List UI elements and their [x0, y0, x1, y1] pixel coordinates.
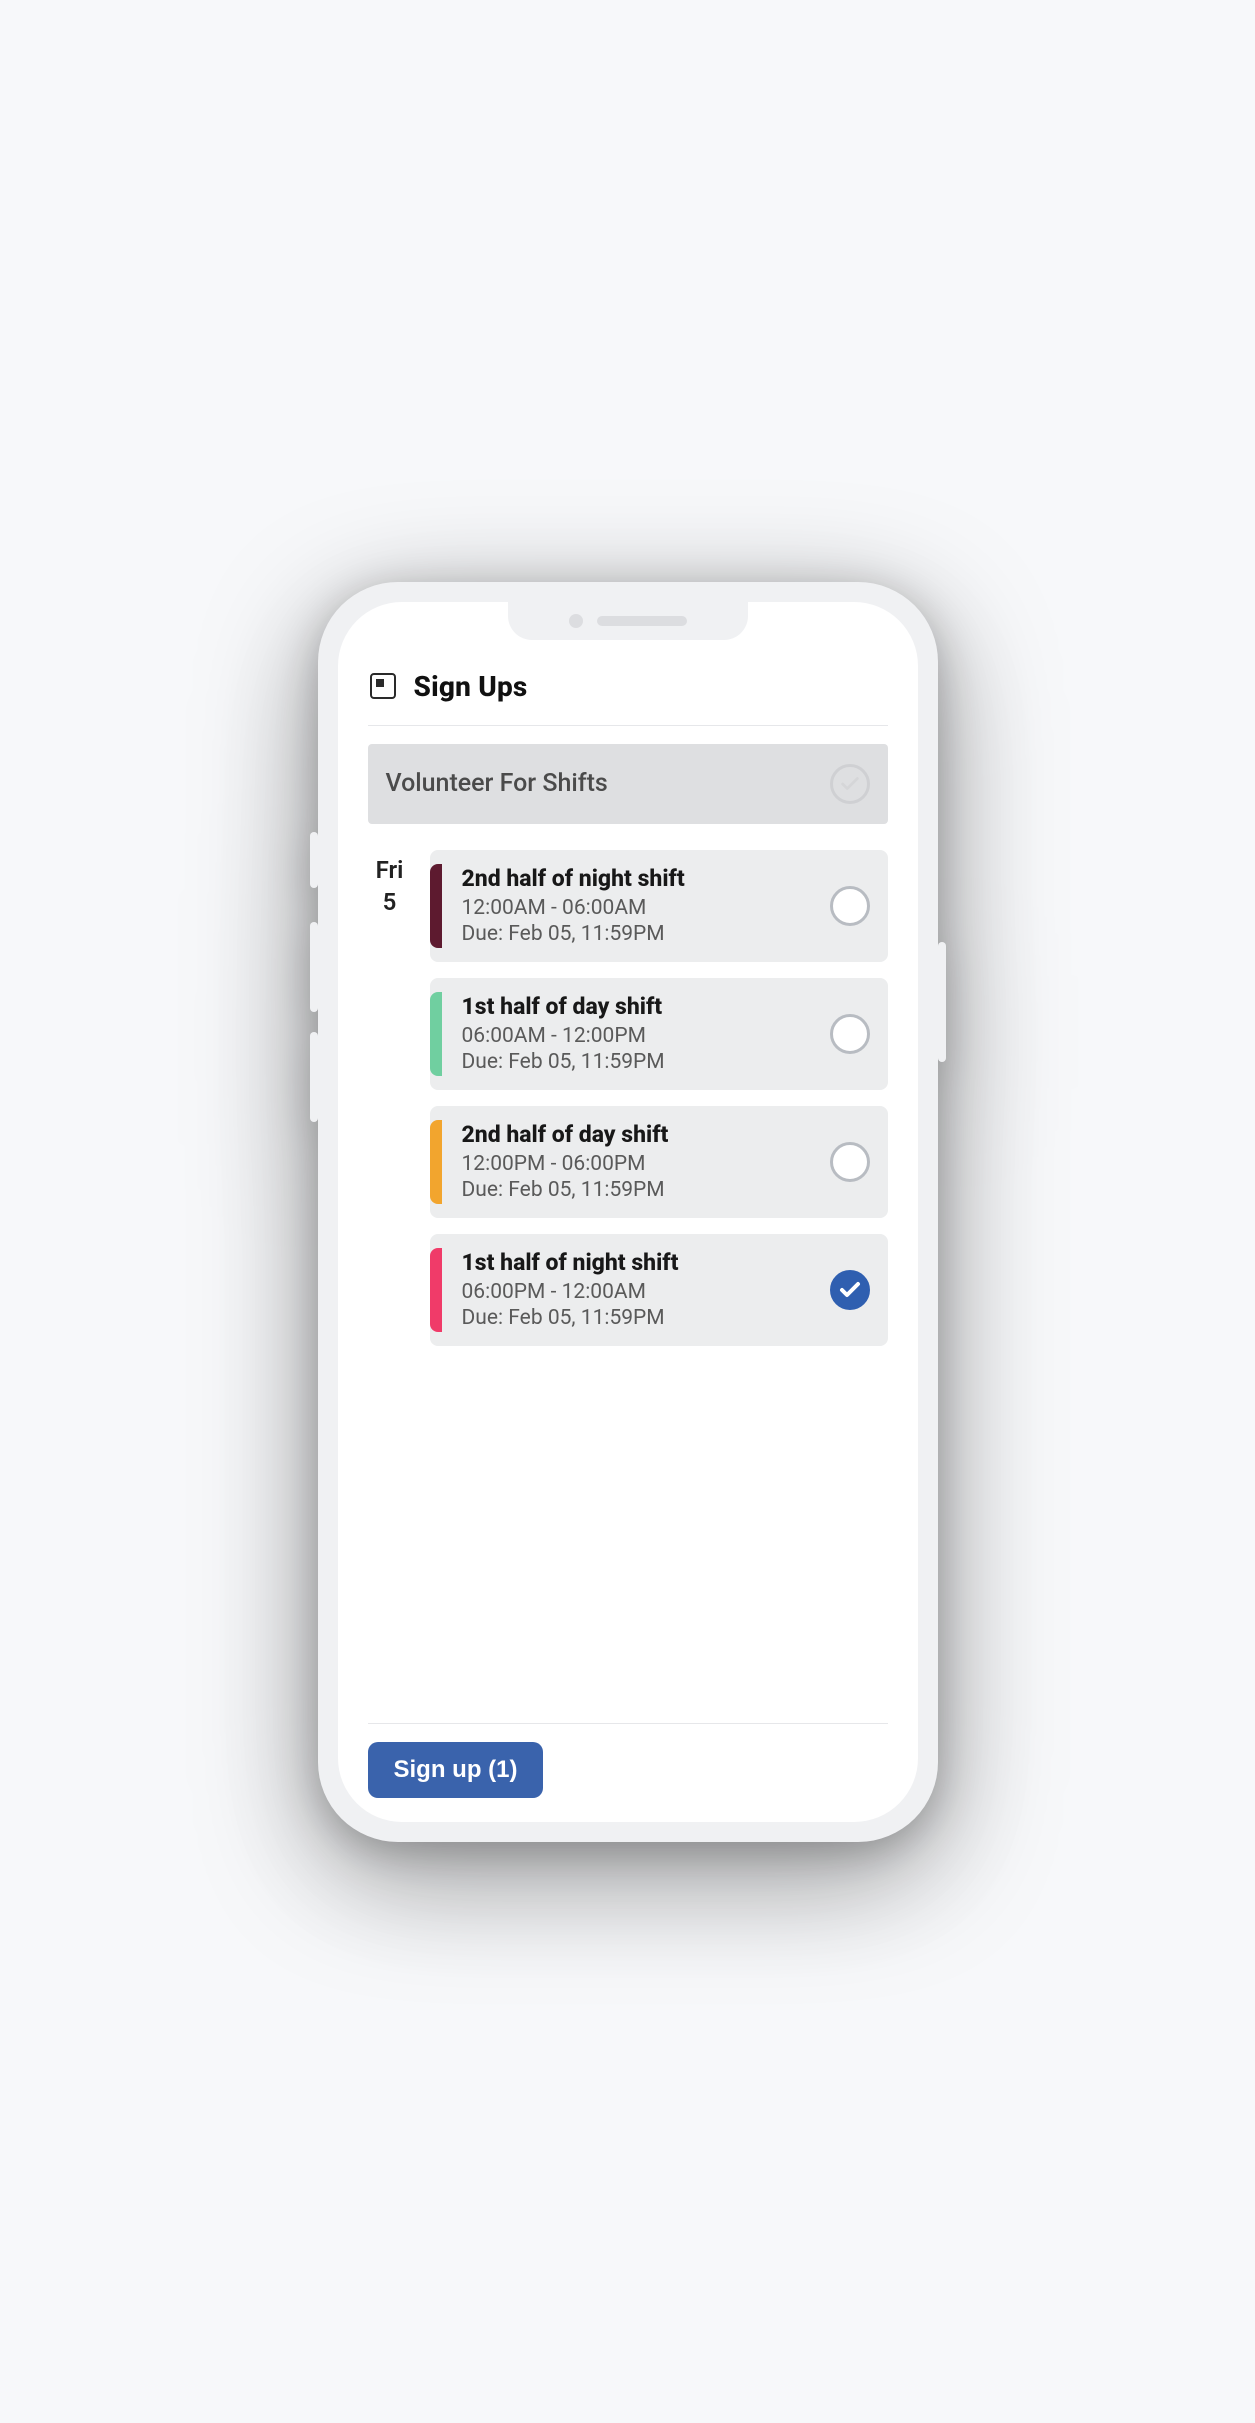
shift-due: Due: Feb 05, 11:59PM: [462, 1306, 814, 1330]
shift-color-stripe: [430, 1120, 442, 1204]
signups-app-icon: [370, 673, 396, 699]
speaker-icon: [597, 616, 687, 626]
day-block: Fri 5 2nd half of night shift 12:00AM - …: [368, 850, 888, 1346]
phone-screen-bezel: Sign Ups Volunteer For Shifts Fri 5: [338, 602, 918, 1822]
shift-item[interactable]: 1st half of day shift 06:00AM - 12:00PM …: [430, 978, 888, 1090]
shift-time: 12:00AM - 06:00AM: [462, 896, 814, 920]
phone-side-button: [310, 1032, 318, 1122]
date-label: Fri 5: [368, 850, 412, 1346]
shift-select-radio[interactable]: [830, 1270, 870, 1310]
signup-button[interactable]: Sign up (1): [368, 1742, 544, 1798]
shift-due: Due: Feb 05, 11:59PM: [462, 1178, 814, 1202]
shift-title: 2nd half of night shift: [462, 865, 814, 892]
phone-side-button: [310, 832, 318, 888]
phone-side-button: [938, 942, 946, 1062]
shift-title: 2nd half of day shift: [462, 1121, 814, 1148]
app-header: Sign Ups: [368, 666, 888, 726]
footer-bar: Sign up (1): [368, 1723, 888, 1798]
shift-select-radio[interactable]: [830, 886, 870, 926]
phone-frame: Sign Ups Volunteer For Shifts Fri 5: [318, 582, 938, 1842]
shift-time: 06:00AM - 12:00PM: [462, 1024, 814, 1048]
shift-color-stripe: [430, 864, 442, 948]
page-title: Sign Ups: [414, 670, 528, 703]
shift-time: 12:00PM - 06:00PM: [462, 1152, 814, 1176]
section-title: Volunteer For Shifts: [386, 769, 608, 798]
shift-color-stripe: [430, 1248, 442, 1332]
app-screen: Sign Ups Volunteer For Shifts Fri 5: [338, 602, 918, 1822]
phone-notch: [508, 602, 748, 640]
shift-list: 2nd half of night shift 12:00AM - 06:00A…: [430, 850, 888, 1346]
shift-due: Due: Feb 05, 11:59PM: [462, 1050, 814, 1074]
shift-select-radio[interactable]: [830, 1014, 870, 1054]
shift-title: 1st half of day shift: [462, 993, 814, 1020]
section-checkmark-icon: [830, 764, 870, 804]
section-header[interactable]: Volunteer For Shifts: [368, 744, 888, 824]
shift-item[interactable]: 1st half of night shift 06:00PM - 12:00A…: [430, 1234, 888, 1346]
date-weekday: Fri: [368, 854, 412, 886]
shift-time: 06:00PM - 12:00AM: [462, 1280, 814, 1304]
shift-color-stripe: [430, 992, 442, 1076]
date-day: 5: [368, 886, 412, 918]
phone-side-button: [310, 922, 318, 1012]
shift-select-radio[interactable]: [830, 1142, 870, 1182]
camera-dot-icon: [569, 614, 583, 628]
shift-title: 1st half of night shift: [462, 1249, 814, 1276]
shift-item[interactable]: 2nd half of day shift 12:00PM - 06:00PM …: [430, 1106, 888, 1218]
shift-item[interactable]: 2nd half of night shift 12:00AM - 06:00A…: [430, 850, 888, 962]
shift-due: Due: Feb 05, 11:59PM: [462, 922, 814, 946]
